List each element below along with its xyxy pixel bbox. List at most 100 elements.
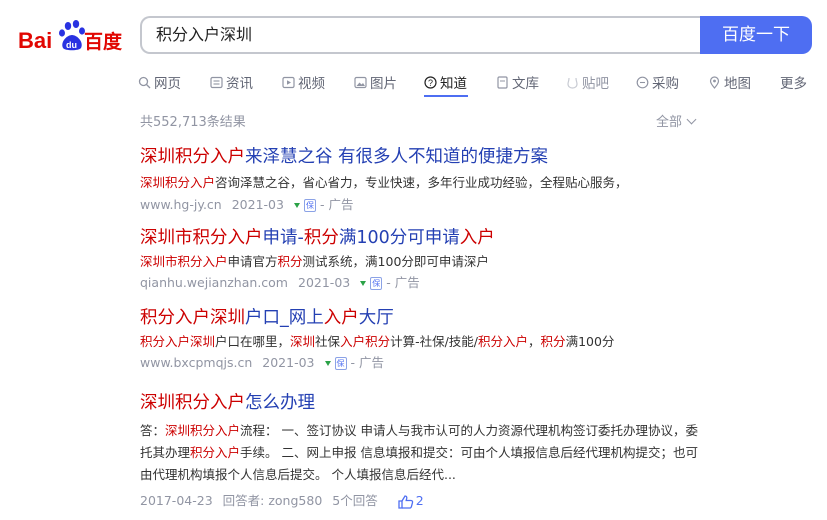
all-filter-dropdown[interactable]: 全部 [656,111,697,130]
tab-video[interactable]: 视频 [282,68,325,96]
result-title-link[interactable]: 深圳积分入户怎么办理 [140,392,720,414]
result-meta: qianhu.wejianzhan.com 2021-03 保 - 广告 [140,274,720,292]
highlighted-keyword: 深圳积分入户 [140,175,216,190]
logo-paw-text: du [66,40,77,50]
search-result: 积分入户深圳户口_网上入户大厅 积分入户深圳户口在哪里，深圳社保入户积分计算-社… [140,307,720,372]
answer-count[interactable]: 5个回答 [332,492,377,510]
result-count: 共552,713条结果 [140,115,246,130]
news-icon [210,76,223,89]
text-segment: 满100分 [565,334,615,349]
tab-label: 网页 [154,76,181,92]
text-segment: 大厅 [358,308,394,328]
text-segment: ， [528,334,541,349]
text-segment: 户口_网上 [245,308,324,328]
result-meta: www.bxcpmqjs.cn 2021-03 保 - 广告 [140,354,720,372]
zhidao-result: 深圳积分入户怎么办理 答：深圳积分入户流程： 一、签订协议 申请人与我市认可的人… [140,392,720,510]
highlighted-keyword: 积分入户深圳 [140,308,245,328]
answer-description: 答：深圳积分入户流程： 一、签订协议 申请人与我市认可的人力资源代理机构签订委托… [140,420,700,486]
highlighted-keyword: 深圳积分入户 [140,147,245,167]
thumbs-up-icon[interactable] [398,494,413,509]
tab-wenku[interactable]: 文库 [496,68,539,96]
tab-news[interactable]: 资讯 [210,68,253,96]
text-segment: 社保 [315,334,341,349]
result-date: 2021-03 [231,197,284,212]
purchase-icon [636,76,649,89]
search-result: 深圳市积分入户申请-积分满100分可申请入户 深圳市积分入户申请官方积分测试系统… [140,227,720,292]
tab-label: 采购 [652,76,679,92]
tab-label: 知道 [440,76,467,92]
logo-text-right: 百度 [84,30,123,53]
text-segment: 怎么办理 [245,393,315,413]
dropdown-arrow-icon[interactable] [360,280,367,286]
tab-label: 文库 [512,76,539,92]
highlighted-keyword: 积分入户 [190,445,241,460]
svg-text:?: ? [428,78,433,88]
baidu-logo[interactable]: Bai du 百度 [18,16,126,56]
active-tab-indicator [424,95,468,97]
highlighted-keyword: 深圳市积分入户 [140,228,263,248]
tab-images[interactable]: 图片 [354,68,397,96]
map-icon [708,75,721,89]
result-date: 2021-03 [298,275,351,290]
tab-more[interactable]: 更多 [780,68,807,96]
highlighted-keyword: 积分 [277,254,303,269]
result-description: 积分入户深圳户口在哪里，深圳社保入户积分计算-社保/技能/积分入户，积分满100… [140,331,720,353]
tab-label: 资讯 [226,76,253,92]
text-segment: 计算-社保/技能/ [390,334,479,349]
tab-map[interactable]: 地图 [708,68,751,96]
answerer[interactable]: 回答者: zong580 [223,492,323,510]
highlighted-keyword: 深圳 [290,334,316,349]
highlighted-keyword: 深圳积分入户 [165,423,241,438]
tab-purchase[interactable]: 采购 [636,68,679,96]
text-segment: 测试系统，满100分即可申请深户 [302,254,489,269]
text-segment: 户口在哪里， [215,334,291,349]
tab-label: 贴吧 [582,76,609,92]
tab-zhidao[interactable]: ? 知道 [424,68,467,96]
highlighted-keyword: 积分 [303,228,339,248]
forum-icon [566,76,579,89]
highlighted-keyword: 入户 [323,308,359,328]
dropdown-arrow-icon[interactable] [324,360,331,366]
result-description: 深圳市积分入户申请官方积分测试系统，满100分即可申请深户 [140,251,720,273]
highlighted-keyword: 积分入户 [478,334,529,349]
result-title-link[interactable]: 深圳市积分入户申请-积分满100分可申请入户 [140,227,720,249]
ad-label: - 广告 [319,197,354,212]
result-title-link[interactable]: 积分入户深圳户口_网上入户大厅 [140,307,720,329]
result-url[interactable]: qianhu.wejianzhan.com [140,274,288,292]
highlighted-keyword: 入户 [459,228,495,248]
result-url[interactable]: www.bxcpmqjs.cn [140,354,252,372]
chevron-down-icon [686,114,697,125]
answer-meta: 2017-04-23 回答者: zong580 5个回答 2 [140,492,720,510]
question-icon: ? [424,75,437,89]
tab-label: 视频 [298,76,325,92]
ad-label: - 广告 [386,275,420,290]
protection-badge-icon[interactable]: 保 [303,198,316,212]
web-page-icon [138,76,151,89]
protection-badge-icon[interactable]: 保 [370,276,383,290]
text-segment: 来泽慧之谷 有很多人不知道的便捷方案 [245,147,549,167]
tab-label: 图片 [370,76,397,92]
search-input[interactable]: 积分入户深圳 [156,18,252,52]
answer-date: 2017-04-23 [140,493,213,508]
search-result: 深圳积分入户来泽慧之谷 有很多人不知道的便捷方案 深圳积分入户咨询泽慧之谷，省心… [140,146,720,214]
text-segment: 申请- [262,228,304,248]
result-title-link[interactable]: 深圳积分入户来泽慧之谷 有很多人不知道的便捷方案 [140,146,720,168]
tab-tieba[interactable]: 贴吧 [566,68,609,96]
result-url[interactable]: www.hg-jy.cn [140,196,222,214]
tab-web[interactable]: 网页 [138,68,181,96]
tab-label: 更多 [780,76,807,92]
protection-badge-icon[interactable]: 保 [334,356,347,370]
text-segment: 满100分可申请 [338,228,460,248]
ad-label: - 广告 [350,355,384,370]
filter-label: 全部 [656,115,683,130]
document-icon [496,75,509,89]
tab-label: 地图 [724,76,751,92]
search-box[interactable]: 积分入户深圳 [140,16,701,54]
dropdown-arrow-icon[interactable] [293,202,300,208]
highlighted-keyword: 积分入户深圳 [140,334,216,349]
text-segment: 咨询泽慧之谷，省心省力，专业快速，多年行业成功经验，全程贴心服务， [215,175,628,190]
search-button[interactable]: 百度一下 [700,16,812,54]
highlighted-keyword: 深圳积分入户 [140,393,245,413]
video-icon [282,76,295,89]
highlighted-keyword: 入户积分 [340,334,391,349]
